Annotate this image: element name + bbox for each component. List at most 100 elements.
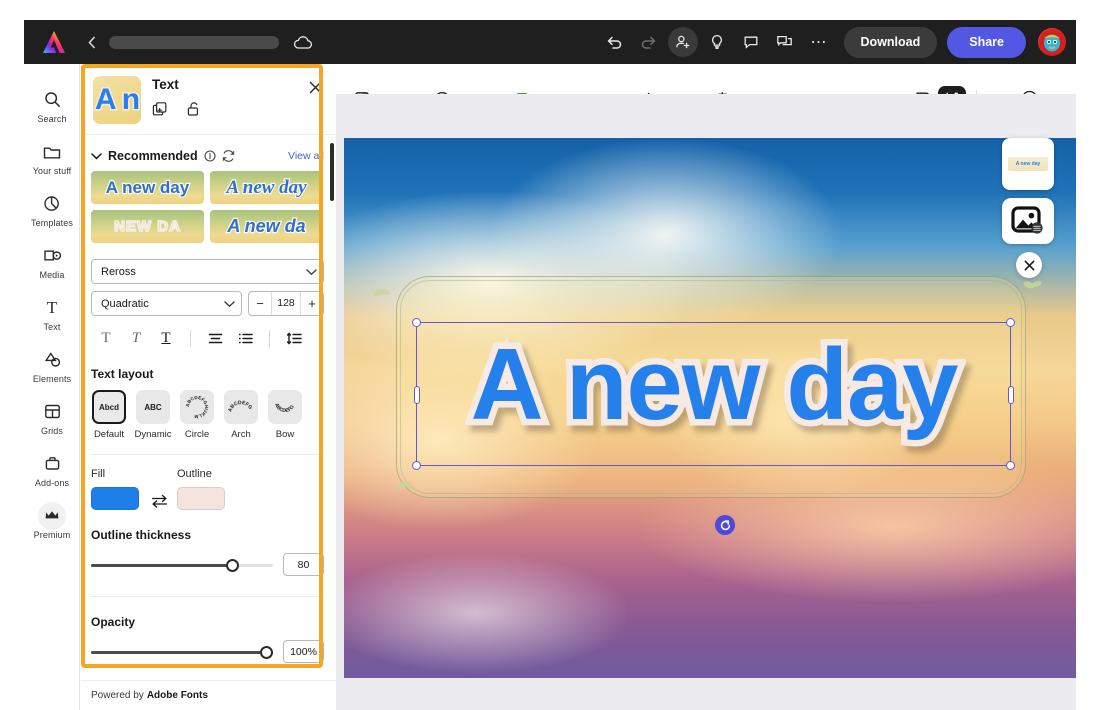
download-button[interactable]: Download [843,26,938,58]
layout-label: Bow [275,429,295,440]
italic-button[interactable]: T [121,325,151,351]
invite-button[interactable] [667,27,698,57]
list-button[interactable] [230,325,260,351]
style-preview-text: NEW DA [113,217,181,236]
back-button[interactable] [83,30,101,54]
info-icon[interactable] [204,150,216,162]
divider [190,329,191,347]
selection-handle-top-right[interactable] [1006,318,1015,327]
adobe-express-logo[interactable] [41,29,67,55]
selection-handle-left[interactable] [413,386,420,404]
slider-fill [91,650,273,654]
opacity-value[interactable]: 100% [283,640,324,663]
sidebar-item-add-ons[interactable]: Add-ons [24,444,80,496]
add-to-library-icon[interactable] [152,101,168,122]
style-preview-card[interactable]: A new da [210,210,323,243]
sidebar-item-grids[interactable]: Grids [24,392,80,444]
rotate-handle[interactable] [715,515,735,535]
sidebar-item-premium[interactable]: Premium [24,496,80,548]
selection-handle-top-left[interactable] [412,318,421,327]
chevron-down-icon [224,300,235,308]
sidebar-item-media[interactable]: Media [24,236,80,288]
comment-button[interactable] [736,27,766,57]
style-preview-card[interactable]: A new day [91,171,204,204]
outline-color-swatch[interactable] [177,487,225,510]
outline-thickness-value[interactable]: 80 [283,553,324,576]
text-layout-label: Text layout [91,367,154,381]
sidebar-item-your-stuff[interactable]: Your stuff [24,132,80,184]
style-preview-card[interactable]: A new day [210,171,323,204]
recommended-section-header: Recommended View all [81,135,336,171]
close-panel-button[interactable] [304,76,326,98]
layout-option-dynamic[interactable]: ABC Dynamic [135,390,171,440]
color-controls: Fill Outline [81,455,336,510]
font-style-select[interactable]: Quadratic [91,291,242,316]
design-canvas[interactable]: A new day [344,138,1076,678]
panel-footer: Powered by Adobe Fonts [81,680,336,710]
unlock-icon[interactable] [186,101,201,122]
layout-preview: Abcd [92,390,126,424]
sidebar-label: Media [39,269,65,280]
cloud-saved-icon [293,35,313,50]
layout-option-bow[interactable]: ABCDEFG Bow [267,390,303,440]
redo-button[interactable] [634,27,664,57]
media-panel-button[interactable] [1002,198,1054,244]
layout-option-circle[interactable]: ABCDEFGHIJKLM Circle [179,390,215,440]
style-preview-card[interactable]: NEW DA [91,210,204,243]
svg-text:ABCDEFGHIJKLM: ABCDEFGHIJKLM [185,395,209,419]
project-title-field[interactable] [109,35,279,49]
selection-handle-bottom-right[interactable] [1006,461,1015,470]
sidebar-item-elements[interactable]: Elements [24,340,80,392]
circle-text-icon: ABCDEFGHIJKLM [185,395,209,419]
layout-preview: ABCDEFG [268,390,302,424]
canvas-stage[interactable]: A new day A new day [336,94,1076,710]
line-spacing-button[interactable] [279,325,309,351]
close-overlay-button[interactable] [1016,252,1042,278]
more-options-button[interactable]: ⋯ [804,27,834,57]
ideas-button[interactable] [702,27,732,57]
text-format-toolbar: T T T [81,316,336,351]
font-size-increase-button[interactable]: + [301,292,323,315]
premium-crown-icon [38,501,66,530]
font-size-value[interactable]: 128 [271,292,301,315]
view-all-link[interactable]: View all [288,150,324,162]
underline-button[interactable]: T [151,325,181,351]
chevron-down-icon[interactable] [91,152,102,160]
chat-button[interactable] [770,27,800,57]
align-button[interactable] [200,325,230,351]
font-size-decrease-button[interactable]: − [249,292,271,315]
sidebar-label: Grids [40,425,63,436]
sidebar-item-templates[interactable]: Templates [24,184,80,236]
slider-knob[interactable] [260,645,274,659]
style-preview-text: A new day [105,176,191,197]
share-button[interactable]: Share [947,26,1026,58]
sidebar-label: Add-ons [34,477,70,488]
outline-thickness-slider[interactable] [91,557,273,573]
selection-handle-bottom-left[interactable] [412,461,421,470]
font-size-stepper[interactable]: − 128 + [248,291,324,316]
layout-option-default[interactable]: Abcd Default [91,390,127,440]
selection-handle-right[interactable] [1007,386,1014,404]
font-family-select[interactable]: Reross [91,259,324,284]
sidebar-label: Premium [33,529,71,540]
bow-text-icon: ABCDEFG [273,402,296,414]
panel-scroll-area: Recommended View all A new day A new day… [81,135,336,680]
slider-knob[interactable] [225,558,239,572]
templates-icon [43,193,61,215]
bold-button[interactable]: T [91,325,121,351]
undo-button[interactable] [600,27,630,57]
layout-option-arch[interactable]: ABCDEFG Arch [223,390,259,440]
fill-color-swatch[interactable] [91,487,139,510]
page-thumbnail-preview: A new day [1008,157,1048,171]
opacity-slider[interactable] [91,644,274,660]
swap-colors-icon[interactable] [151,494,168,508]
sidebar-item-search[interactable]: Search [24,80,80,132]
user-avatar[interactable] [1038,28,1066,56]
sidebar-item-text[interactable]: T Text [24,288,80,340]
leaf-decoration-icon [396,478,414,496]
refresh-icon[interactable] [222,150,235,162]
font-family-value: Reross [101,265,136,278]
layout-label: Dynamic [134,429,172,440]
panel-scrollbar[interactable] [330,143,334,201]
page-thumbnail-button[interactable]: A new day [1002,138,1054,190]
